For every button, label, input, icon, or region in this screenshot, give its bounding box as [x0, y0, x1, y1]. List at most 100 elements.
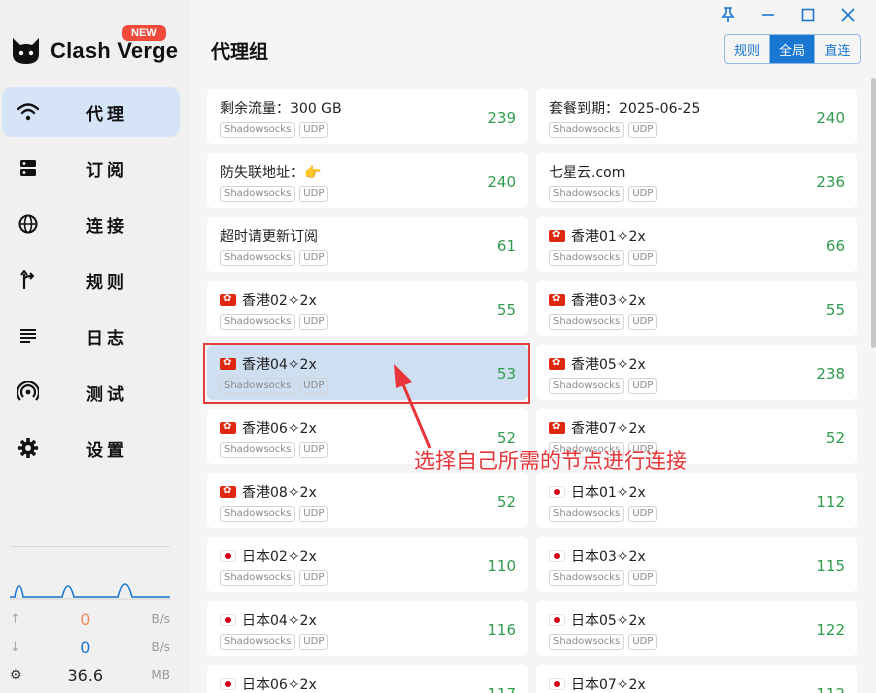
proxy-card[interactable]: 日本07✧2xShadowsocksUDP112: [536, 665, 857, 693]
protocol-tag: Shadowsocks: [220, 250, 296, 266]
udp-tag: UDP: [299, 506, 329, 522]
proxy-delay[interactable]: 236: [816, 173, 845, 191]
sidebar-item-4[interactable]: 日志: [2, 311, 180, 361]
proxy-card[interactable]: 日本02✧2x Shadowsocks UDP 110: [207, 537, 528, 592]
proxy-delay[interactable]: 122: [816, 621, 845, 639]
udp-tag: UDP: [628, 250, 658, 266]
proxy-card[interactable]: 日本06✧2xShadowsocksUDP117: [207, 665, 528, 693]
proxy-card[interactable]: 香港08✧2x ShadowsocksUDP 52: [207, 473, 528, 528]
protocol-tag: Shadowsocks: [220, 186, 296, 202]
udp-tag: UDP: [299, 314, 329, 330]
udp-tag: UDP: [299, 442, 329, 458]
maximize-icon[interactable]: [788, 4, 828, 26]
proxy-tags: Shadowsocks UDP: [220, 570, 332, 586]
minimize-icon[interactable]: [748, 4, 788, 26]
proxy-card[interactable]: 七星云.com Shadowsocks UDP 236: [536, 153, 857, 208]
proxy-card[interactable]: 香港01✧2x ShadowsocksUDP 66: [536, 217, 857, 272]
proxy-name-text: 日本05✧2x: [571, 613, 646, 629]
udp-tag: UDP: [299, 122, 329, 138]
proxy-name-text: 日本02✧2x: [242, 549, 317, 565]
proxy-card[interactable]: 日本03✧2x Shadowsocks UDP 115: [536, 537, 857, 592]
proxy-name: 剩余流量：300 GB: [220, 98, 342, 118]
upload-unit: B/s: [151, 612, 170, 626]
sidebar-item-0[interactable]: 代理: [2, 87, 180, 137]
proxy-delay[interactable]: 61: [497, 237, 516, 255]
proxy-delay[interactable]: 240: [487, 173, 516, 191]
hong-kong-flag-icon: [549, 420, 565, 434]
proxy-tags: Shadowsocks UDP: [220, 314, 332, 330]
japan-flag-icon: [220, 614, 236, 626]
sidebar-item-6[interactable]: 设置: [2, 423, 180, 473]
japan-flag-icon: [549, 550, 565, 562]
protocol-tag: Shadowsocks: [549, 314, 625, 330]
udp-tag: UDP: [628, 570, 658, 586]
sidebar-item-1[interactable]: 订阅: [2, 143, 180, 193]
new-badge: NEW: [122, 25, 166, 41]
close-icon[interactable]: [828, 4, 868, 26]
sidebar-item-3[interactable]: 规则: [2, 255, 180, 305]
mode-button-2[interactable]: 直连: [815, 35, 860, 63]
pin-icon[interactable]: [708, 4, 748, 26]
sidebar: Clash Verge NEW 代理 订阅 连接 规则 日志 测试 设置 ↑ 0 B/s ↓…: [0, 0, 190, 693]
proxy-card[interactable]: 套餐到期：2025-06-25 Shadowsocks UDP 240: [536, 89, 857, 144]
proxy-name: 日本06✧2x: [220, 674, 317, 693]
proxy-delay[interactable]: 112: [816, 493, 845, 511]
proxy-card[interactable]: 剩余流量：300 GB Shadowsocks UDP 239: [207, 89, 528, 144]
proxy-name: 香港06✧2x: [220, 418, 317, 438]
proxy-name-text: 七星云.com: [549, 165, 626, 181]
proxy-delay[interactable]: 116: [487, 621, 516, 639]
proxy-delay[interactable]: 240: [816, 109, 845, 127]
annotation-arrow: [394, 364, 432, 449]
proxy-tags: Shadowsocks UDP: [220, 122, 332, 138]
sidebar-item-label: 设置: [86, 440, 128, 461]
proxy-name: 日本04✧2x: [220, 610, 317, 630]
proxy-delay[interactable]: 115: [816, 557, 845, 575]
proxy-delay[interactable]: 66: [826, 237, 845, 255]
sidebar-item-2[interactable]: 连接: [2, 199, 180, 249]
proxy-name: 香港01✧2x: [549, 226, 646, 246]
proxy-name-text: 套餐到期：2025-06-25: [549, 101, 701, 117]
proxy-delay[interactable]: 112: [816, 685, 845, 693]
hong-kong-flag-icon: [549, 292, 565, 306]
mode-button-0[interactable]: 规则: [725, 35, 770, 63]
sidebar-item-label: 日志: [86, 328, 128, 349]
upload-row: ↑ 0 B/s: [10, 605, 170, 633]
proxy-card[interactable]: 日本05✧2x Shadowsocks UDP 122: [536, 601, 857, 656]
proxy-delay[interactable]: 55: [497, 301, 516, 319]
wifi-icon: [16, 100, 40, 124]
proxy-card[interactable]: 香港03✧2x ShadowsocksUDP 55: [536, 281, 857, 336]
japan-flag-icon: [549, 486, 565, 498]
protocol-tag: Shadowsocks: [549, 634, 625, 650]
proxy-tags: Shadowsocks UDP: [549, 186, 661, 202]
proxy-card[interactable]: 日本01✧2x Shadowsocks UDP 112: [536, 473, 857, 528]
udp-tag: UDP: [628, 506, 658, 522]
app-name: Clash Verge: [50, 38, 179, 63]
proxy-delay[interactable]: 239: [487, 109, 516, 127]
udp-tag: UDP: [299, 186, 329, 202]
proxy-delay[interactable]: 110: [487, 557, 516, 575]
proxy-name-text: 香港06✧2x: [242, 421, 317, 437]
proxy-card[interactable]: 超时请更新订阅 Shadowsocks UDP 61: [207, 217, 528, 272]
proxy-card[interactable]: 香港02✧2x ShadowsocksUDP 55: [207, 281, 528, 336]
protocol-tag: Shadowsocks: [220, 314, 296, 330]
sidebar-nav: 代理订阅连接规则日志测试设置: [0, 87, 190, 479]
mode-button-1[interactable]: 全局: [770, 35, 815, 63]
sidebar-item-5[interactable]: 测试: [2, 367, 180, 417]
proxy-card[interactable]: 防失联地址：👉 Shadowsocks UDP 240: [207, 153, 528, 208]
protocol-tag: Shadowsocks: [220, 122, 296, 138]
sidebar-item-label: 代理: [86, 104, 128, 125]
proxy-delay[interactable]: 117: [487, 685, 516, 693]
proxy-delay[interactable]: 52: [497, 493, 516, 511]
scrollbar[interactable]: [871, 78, 876, 348]
proxy-card[interactable]: 香港05✧2x ShadowsocksUDP 238: [536, 345, 857, 400]
proxy-card[interactable]: 日本04✧2x Shadowsocks UDP 116: [207, 601, 528, 656]
sidebar-item-label: 测试: [86, 384, 128, 405]
protocol-tag: Shadowsocks: [549, 186, 625, 202]
selection-highlight-box: [203, 343, 530, 404]
proxy-delay[interactable]: 238: [816, 365, 845, 383]
proxy-delay[interactable]: 52: [826, 429, 845, 447]
proxy-tags: Shadowsocks UDP: [220, 186, 332, 202]
proxy-delay[interactable]: 55: [826, 301, 845, 319]
memory-usage: 36.6: [67, 665, 104, 685]
server-icon: [16, 156, 40, 180]
